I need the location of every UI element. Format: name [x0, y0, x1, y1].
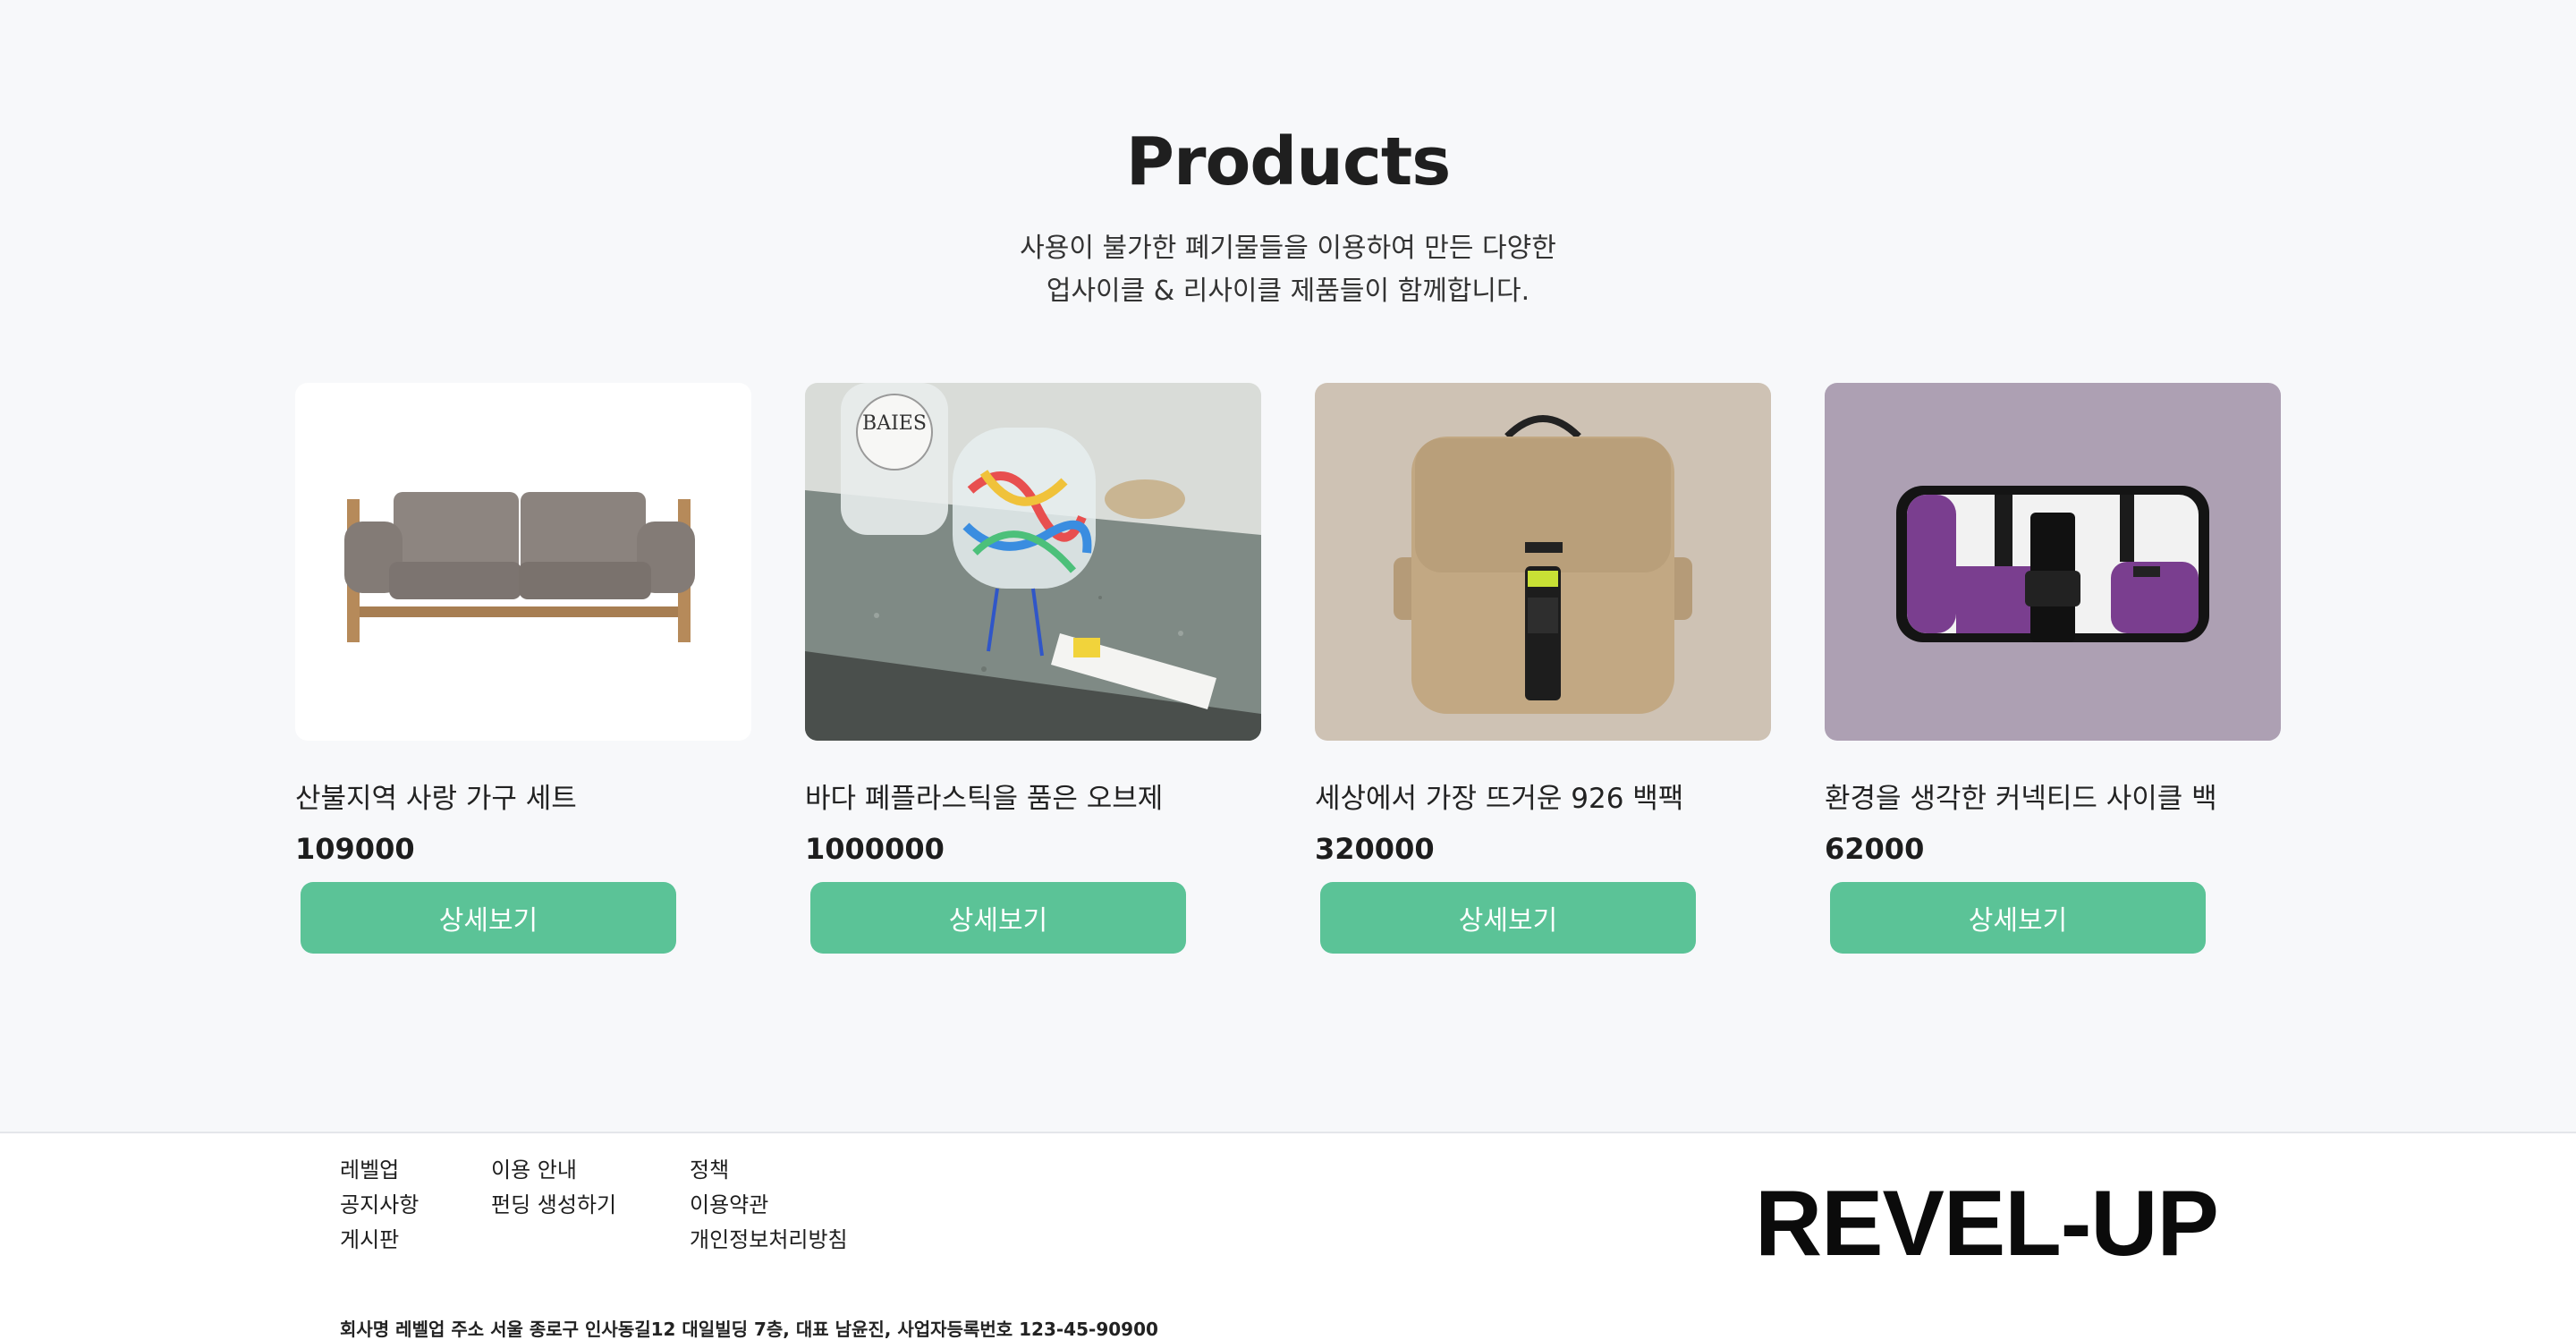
footer-column-guide: 이용 안내 펀딩 생성하기: [491, 1153, 616, 1223]
footer-link-revelup[interactable]: 레벨업: [340, 1153, 419, 1188]
subtitle-line-2: 업사이클 & 리사이클 제품들이 함께합니다.: [1046, 276, 1530, 307]
footer-link-guide[interactable]: 이용 안내: [491, 1153, 616, 1188]
footer: 레벨업 공지사항 게시판 이용 안내 펀딩 생성하기 정책 이용약관 개인정보처…: [0, 1132, 2576, 1340]
footer-link-policy[interactable]: 정책: [690, 1153, 848, 1188]
subtitle-line-1: 사용이 불가한 폐기물들을 이용하여 만든 다양한: [1020, 233, 1556, 264]
product-price: 109000: [295, 832, 415, 866]
footer-link-board[interactable]: 게시판: [340, 1223, 419, 1258]
footer-link-terms[interactable]: 이용약관: [690, 1188, 848, 1223]
product-card[interactable]: BAIES 바다 폐플라스틱을 품은 오브제 1000000 상세보기: [805, 383, 1261, 954]
backpack-image[interactable]: [1315, 383, 1771, 741]
detail-button[interactable]: 상세보기: [1830, 882, 2206, 954]
detail-button[interactable]: 상세보기: [1320, 882, 1696, 954]
footer-link-create-funding[interactable]: 펀딩 생성하기: [491, 1188, 616, 1223]
product-name: 환경을 생각한 커넥티드 사이클 백: [1825, 783, 2217, 815]
footer-column-company: 레벨업 공지사항 게시판: [340, 1153, 419, 1258]
cycle-bag-image[interactable]: [1825, 383, 2281, 741]
footer-link-notice[interactable]: 공지사항: [340, 1188, 419, 1223]
product-price: 62000: [1825, 832, 1925, 866]
product-price: 320000: [1315, 832, 1435, 866]
product-card[interactable]: 세상에서 가장 뜨거운 926 백팩 320000 상세보기: [1315, 383, 1771, 954]
company-info: 회사명 레벨업 주소 서울 종로구 인사동길12 대일빌딩 7층, 대표 남윤진…: [340, 1319, 1158, 1340]
product-name: 산불지역 사랑 가구 세트: [295, 783, 577, 815]
product-card[interactable]: 환경을 생각한 커넥티드 사이클 백 62000 상세보기: [1825, 383, 2281, 954]
footer-column-policy: 정책 이용약관 개인정보처리방침: [690, 1153, 848, 1258]
product-name: 바다 폐플라스틱을 품은 오브제: [805, 783, 1164, 815]
detail-button[interactable]: 상세보기: [810, 882, 1186, 954]
product-name: 세상에서 가장 뜨거운 926 백팩: [1315, 783, 1684, 815]
detail-button[interactable]: 상세보기: [301, 882, 676, 954]
page-title: Products: [1125, 123, 1452, 200]
product-card[interactable]: 산불지역 사랑 가구 세트 109000 상세보기: [295, 383, 751, 954]
footer-logo[interactable]: REVEL-UP: [1755, 1171, 2219, 1277]
svg-text:BAIES: BAIES: [862, 412, 927, 435]
sofa-image[interactable]: [295, 383, 751, 741]
plastic-object-image[interactable]: BAIES: [805, 383, 1261, 741]
product-price: 1000000: [805, 832, 945, 866]
section-subtitle: 사용이 불가한 폐기물들을 이용하여 만든 다양한 업사이클 & 리사이클 제품…: [0, 227, 2576, 313]
footer-link-privacy[interactable]: 개인정보처리방침: [690, 1223, 848, 1258]
